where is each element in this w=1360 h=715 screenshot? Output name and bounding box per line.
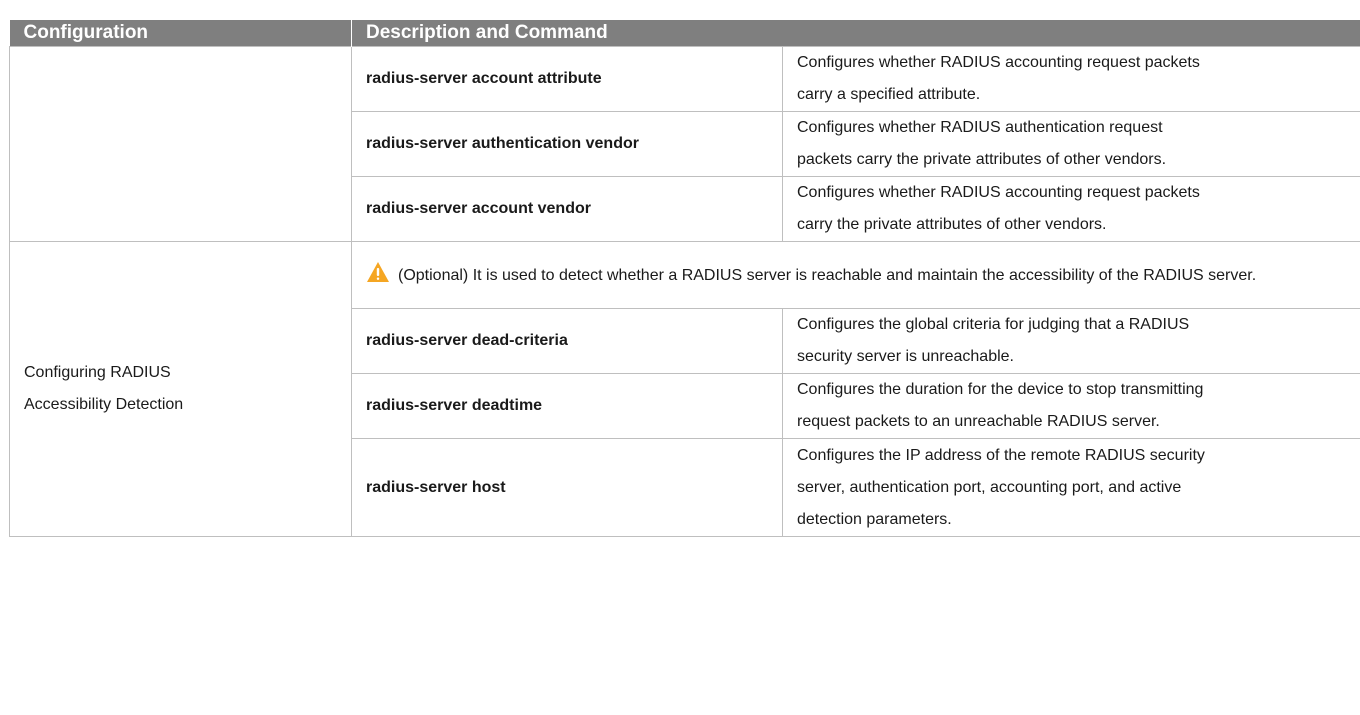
description-line: Configures whether RADIUS accounting req… [797, 184, 1200, 201]
configuration-cell: Configuring RADIUS Accessibility Detecti… [9, 241, 352, 537]
configuration-line: Configuring RADIUS [24, 364, 171, 381]
header-configuration: Configuration [9, 20, 352, 47]
table-row: Configuring RADIUS Accessibility Detecti… [9, 241, 1360, 537]
header-description: Description and Command [351, 20, 1360, 47]
description-line: Configures the global criteria for judgi… [797, 316, 1190, 333]
description-line: Configures the IP address of the remote … [797, 446, 1205, 464]
description-line: detection parameters. [797, 510, 952, 528]
description-line: server, authentication port, accounting … [797, 478, 1182, 496]
document-page: Configuration Description and Command ra… [0, 0, 1360, 715]
warning-icon [367, 261, 389, 282]
description-line: Configures the duration for the device t… [797, 381, 1204, 398]
description-cell: Configures whether RADIUS authentication… [782, 111, 1360, 177]
description-line: packets carry the private attributes of … [797, 151, 1167, 168]
description-cell: Configures the global criteria for judgi… [782, 308, 1360, 374]
table-header-row: Configuration Description and Command [9, 20, 1360, 47]
description-line: request packets to an unreachable RADIUS… [797, 413, 1160, 430]
command-cell: radius-server deadtime [351, 373, 783, 439]
configuration-line: Accessibility Detection [24, 396, 184, 413]
configuration-table: Configuration Description and Command ra… [9, 20, 1360, 537]
description-cell: Configures whether RADIUS accounting req… [782, 46, 1360, 112]
configuration-cell-empty [9, 46, 352, 242]
command-cell: radius-server host [351, 438, 783, 537]
description-cell: Configures the duration for the device t… [782, 373, 1360, 439]
optional-note-cell: (Optional) It is used to detect whether … [351, 241, 1360, 309]
description-line: Configures whether RADIUS authentication… [797, 119, 1163, 136]
description-cell: Configures whether RADIUS accounting req… [782, 176, 1360, 242]
command-cell: radius-server account vendor [351, 176, 783, 242]
description-line: Configures whether RADIUS accounting req… [797, 54, 1200, 71]
description-cell: Configures the IP address of the remote … [782, 438, 1360, 537]
description-line: carry a specified attribute. [797, 86, 981, 103]
table-row: radius-server account attribute Configur… [9, 46, 1360, 242]
command-cell: radius-server authentication vendor [351, 111, 783, 177]
command-cell: radius-server dead-criteria [351, 308, 783, 374]
description-line: carry the private attributes of other ve… [797, 216, 1107, 233]
command-cell: radius-server account attribute [351, 46, 783, 112]
description-line: security server is unreachable. [797, 348, 1014, 365]
optional-note-text: (Optional) It is used to detect whether … [398, 266, 1257, 284]
